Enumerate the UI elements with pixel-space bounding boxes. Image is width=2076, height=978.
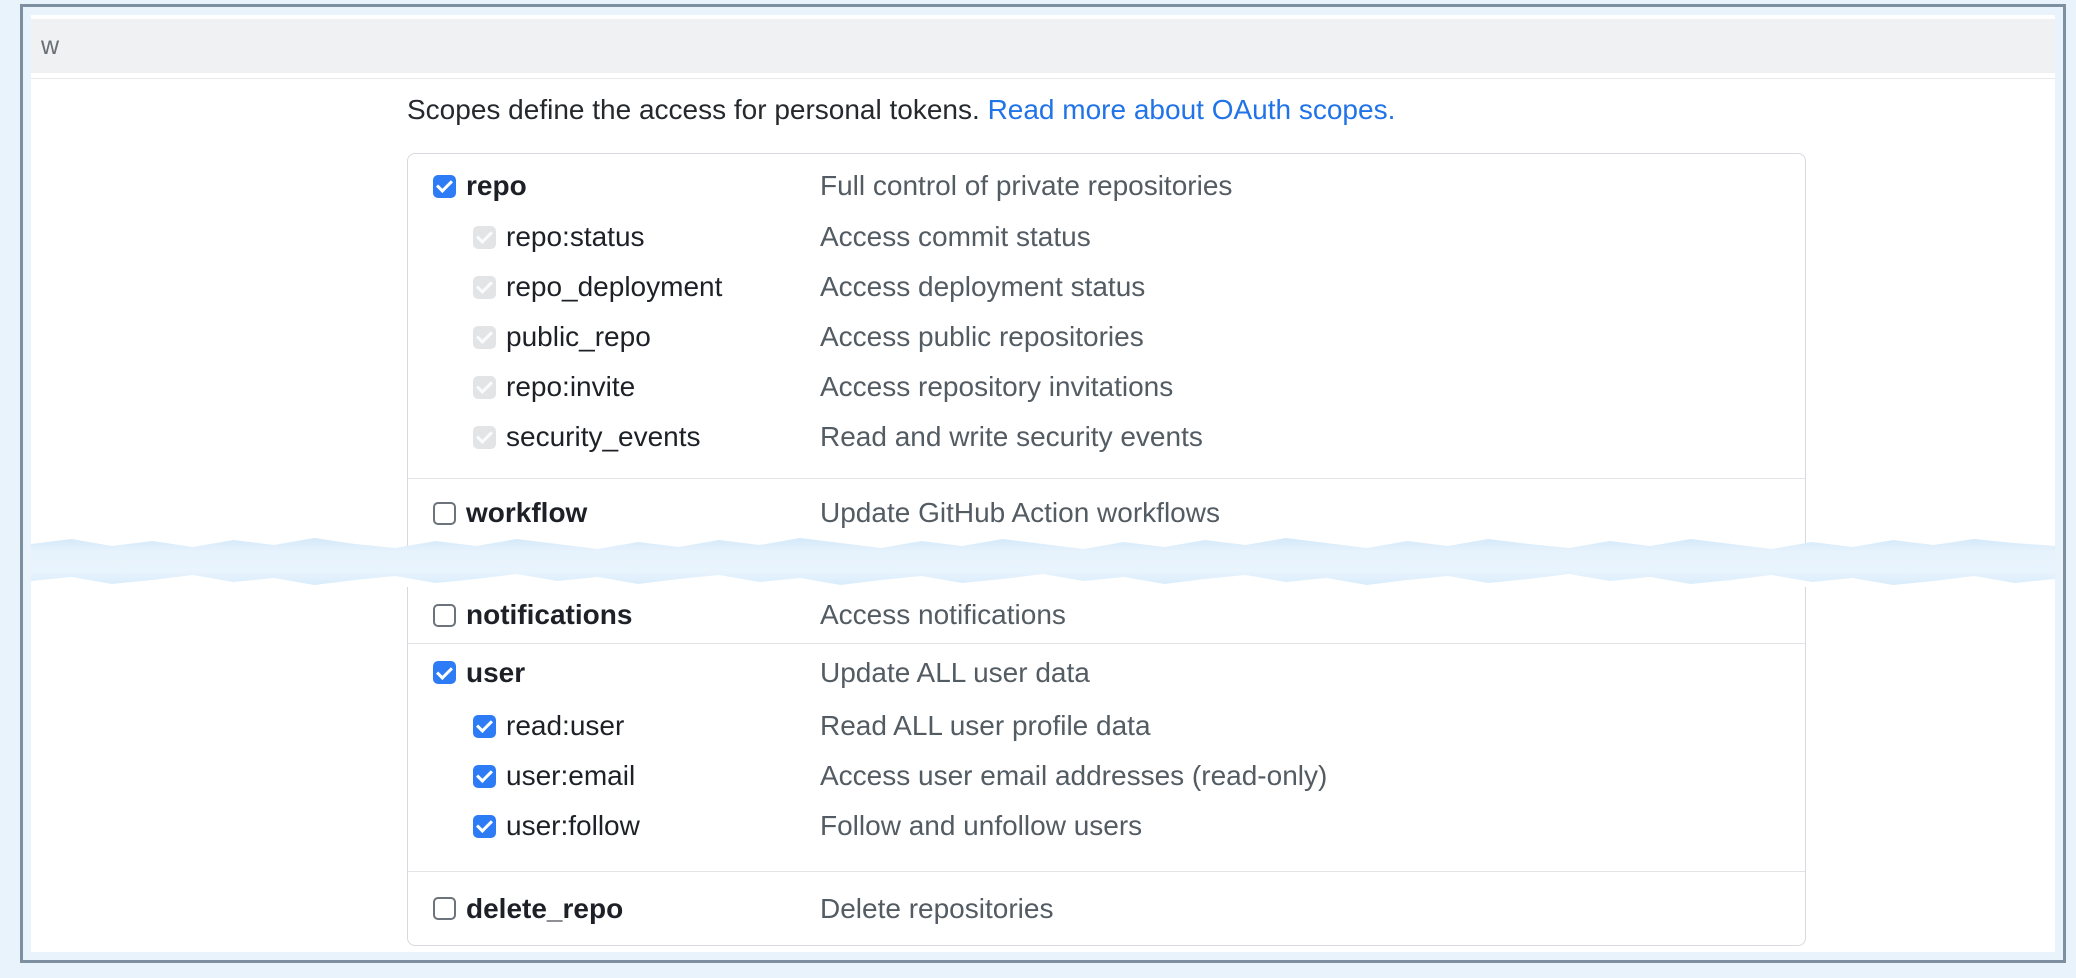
scope-name: user:email bbox=[506, 760, 635, 792]
scope-row-public-repo: public_repo Access public repositories bbox=[408, 312, 1805, 362]
workflow-checkbox[interactable] bbox=[433, 502, 456, 525]
scope-row-repo-invite: repo:invite Access repository invitation… bbox=[408, 362, 1805, 412]
scope-row-security-events: security_events Read and write security … bbox=[408, 412, 1805, 462]
scopes-intro: Scopes define the access for personal to… bbox=[407, 93, 2055, 127]
scope-row-read-user: read:user Read ALL user profile data bbox=[408, 701, 1805, 751]
scope-description: Follow and unfollow users bbox=[820, 810, 1142, 842]
check-icon bbox=[476, 377, 493, 394]
scopes-box-bottom: notifications Access notifications user … bbox=[407, 587, 1806, 946]
scope-name: repo:status bbox=[506, 221, 645, 253]
user-follow-checkbox[interactable] bbox=[473, 815, 496, 838]
scope-row-workflow: workflow Update GitHub Action workflows bbox=[408, 478, 1805, 547]
repo-checkbox[interactable] bbox=[433, 175, 456, 198]
scope-name: notifications bbox=[466, 599, 632, 631]
scope-name: read:user bbox=[506, 710, 624, 742]
scope-row-user-follow: user:follow Follow and unfollow users bbox=[408, 801, 1805, 851]
read-user-checkbox[interactable] bbox=[473, 715, 496, 738]
notifications-checkbox[interactable] bbox=[433, 604, 456, 627]
scope-name: repo bbox=[466, 170, 527, 202]
check-icon bbox=[476, 766, 493, 783]
scope-description: Read and write security events bbox=[820, 421, 1203, 453]
user-checkbox[interactable] bbox=[433, 661, 456, 684]
delete-repo-checkbox[interactable] bbox=[433, 897, 456, 920]
check-icon bbox=[436, 176, 453, 193]
check-icon bbox=[476, 227, 493, 244]
check-icon bbox=[476, 816, 493, 833]
scope-row-repo: repo Full control of private repositorie… bbox=[408, 160, 1805, 212]
scope-name: repo_deployment bbox=[506, 271, 722, 303]
screenshot-frame: w Scopes define the access for personal … bbox=[20, 4, 2066, 963]
scope-description: Access notifications bbox=[820, 599, 1066, 631]
scopes-box-top: repo Full control of private repositorie… bbox=[407, 153, 1806, 547]
security-events-checkbox bbox=[473, 426, 496, 449]
header-text: w bbox=[41, 32, 59, 61]
scope-description: Read ALL user profile data bbox=[820, 710, 1151, 742]
scope-name: security_events bbox=[506, 421, 701, 453]
scopes-section: Scopes define the access for personal to… bbox=[31, 93, 2055, 547]
check-icon bbox=[436, 663, 453, 680]
scope-name: user bbox=[466, 657, 525, 689]
repo-status-checkbox bbox=[473, 226, 496, 249]
scope-name: user:follow bbox=[506, 810, 640, 842]
scope-name: public_repo bbox=[506, 321, 651, 353]
scope-name: workflow bbox=[466, 497, 587, 529]
check-icon bbox=[476, 427, 493, 444]
header-divider bbox=[31, 78, 2055, 79]
user-email-checkbox[interactable] bbox=[473, 765, 496, 788]
check-icon bbox=[476, 327, 493, 344]
scope-description: Access commit status bbox=[820, 221, 1091, 253]
page-background: w Scopes define the access for personal … bbox=[0, 0, 2076, 978]
repo-invite-checkbox bbox=[473, 376, 496, 399]
scopes-intro-text: Scopes define the access for personal to… bbox=[407, 94, 988, 125]
scope-row-delete-repo: delete_repo Delete repositories bbox=[408, 871, 1805, 945]
scope-description: Delete repositories bbox=[820, 893, 1053, 925]
header-bar: w bbox=[31, 19, 2055, 73]
repo-deployment-checkbox bbox=[473, 276, 496, 299]
oauth-scopes-link[interactable]: Read more about OAuth scopes. bbox=[988, 94, 1396, 125]
scope-name: repo:invite bbox=[506, 371, 635, 403]
public-repo-checkbox bbox=[473, 326, 496, 349]
check-icon bbox=[476, 716, 493, 733]
scope-description: Access repository invitations bbox=[820, 371, 1173, 403]
scope-description: Full control of private repositories bbox=[820, 170, 1232, 202]
scope-row-notifications: notifications Access notifications bbox=[408, 587, 1805, 643]
scope-description: Update GitHub Action workflows bbox=[820, 497, 1220, 529]
scope-row-user: user Update ALL user data bbox=[408, 643, 1805, 701]
scope-row-user-email: user:email Access user email addresses (… bbox=[408, 751, 1805, 801]
scopes-section-continued: notifications Access notifications user … bbox=[31, 587, 2055, 946]
check-icon bbox=[476, 277, 493, 294]
scope-row-repo-deployment: repo_deployment Access deployment status bbox=[408, 262, 1805, 312]
scope-description: Access deployment status bbox=[820, 271, 1145, 303]
scope-description: Access public repositories bbox=[820, 321, 1144, 353]
settings-page: w Scopes define the access for personal … bbox=[31, 15, 2055, 952]
scope-name: delete_repo bbox=[466, 893, 623, 925]
scope-description: Access user email addresses (read-only) bbox=[820, 760, 1327, 792]
scope-description: Update ALL user data bbox=[820, 657, 1090, 689]
scope-row-repo-status: repo:status Access commit status bbox=[408, 212, 1805, 262]
